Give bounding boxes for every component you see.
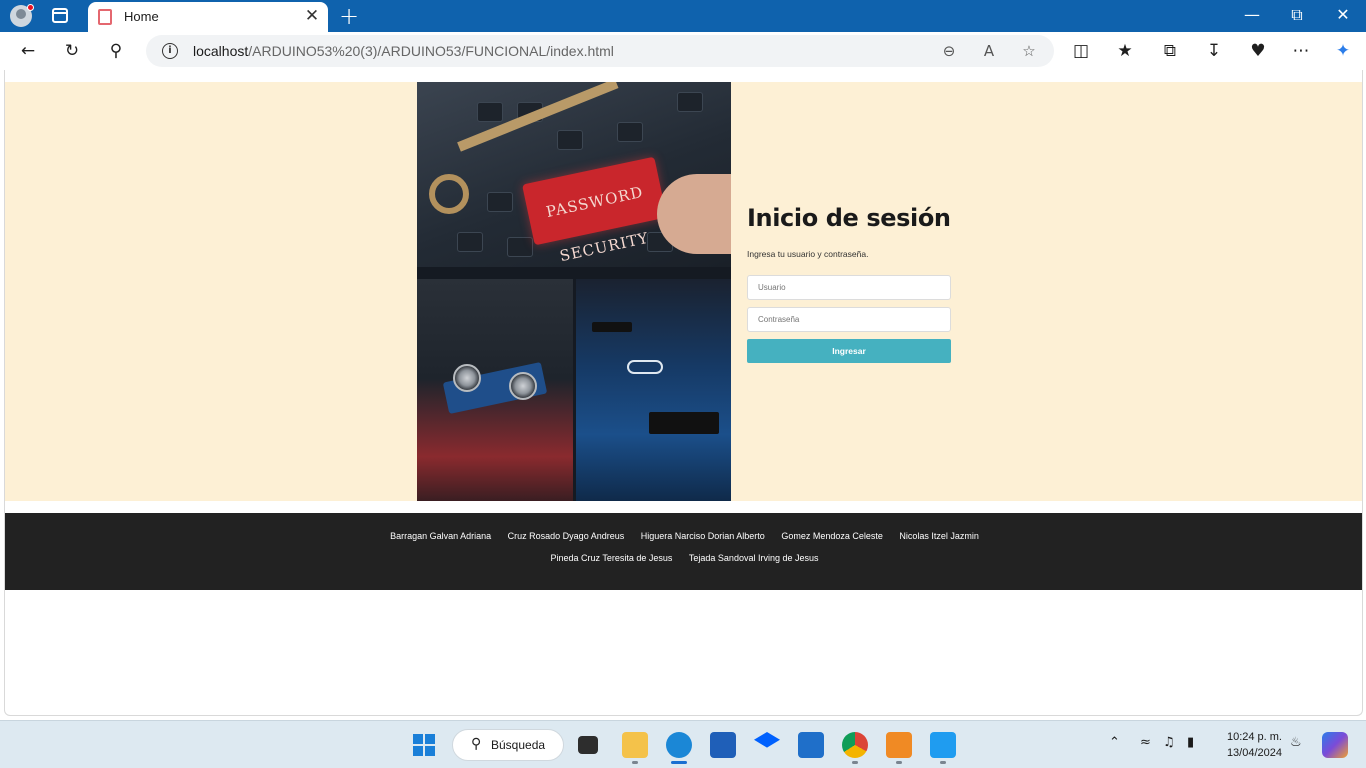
downloads-icon[interactable]: ↧ [1203, 40, 1225, 62]
windows-taskbar: ⚲ Búsqueda ⌃ ≈ ♫ ▮ 10:24 p. m. 13/04/202… [0, 720, 1366, 768]
page-viewport: PASSWORD SECURITY Inicio de sesión Ingres… [4, 70, 1363, 716]
app-active-indicator [671, 761, 687, 764]
edge-icon[interactable] [666, 732, 692, 758]
tab-home[interactable]: Home ✕ [88, 2, 328, 32]
volume-icon[interactable]: ♫ [1163, 735, 1175, 750]
author-name: Cruz Rosado Dyago Andreus [507, 531, 625, 541]
keyboard-key [477, 102, 503, 122]
app-running-indicator [852, 761, 858, 764]
url-text[interactable]: localhost/ARDUINO53%20(3)/ARDUINO53/FUNC… [193, 43, 614, 59]
clock-date: 13/04/2024 [1226, 747, 1282, 759]
app-running-indicator [632, 761, 638, 764]
back-icon[interactable]: ← [17, 40, 39, 62]
sensor-transducer [453, 364, 481, 392]
tab-actions-icon[interactable] [52, 8, 68, 23]
browser-toolbar: ← ↻ ⚲ i localhost/ARDUINO53%20(3)/ARDUIN… [0, 32, 1366, 70]
mail-icon[interactable] [798, 732, 824, 758]
page-favicon-icon [98, 9, 112, 25]
task-view-icon[interactable] [578, 736, 598, 754]
tab-title: Home [124, 9, 159, 24]
minimize-icon[interactable]: — [1240, 5, 1264, 24]
split-screen-icon[interactable]: ◫ [1070, 40, 1092, 62]
keyboard-key [557, 130, 583, 150]
keyboard-key [617, 122, 643, 142]
app-running-indicator [940, 761, 946, 764]
profile-notification-dot [27, 4, 34, 11]
arduino-logo-icon [627, 360, 663, 374]
login-subtitle: Ingresa tu usuario y contraseña. [747, 249, 869, 259]
battery-icon[interactable]: ▮ [1187, 735, 1194, 750]
password-input[interactable] [747, 307, 951, 332]
taskbar-clock[interactable]: 10:24 p. m. 13/04/2024 [1216, 729, 1282, 761]
url-path: /ARDUINO53%20(3)/ARDUINO53/FUNCIONAL/ind… [248, 43, 614, 59]
refresh-icon[interactable]: ↻ [61, 40, 83, 62]
key-head [429, 174, 469, 214]
login-section: PASSWORD SECURITY Inicio de sesión Ingres… [5, 82, 1362, 501]
arduino-board-photo [576, 279, 731, 501]
tab-close-icon[interactable]: ✕ [302, 6, 322, 26]
show-hidden-icons-icon[interactable]: ⌃ [1109, 735, 1120, 750]
author-name: Gomez Mendoza Celeste [781, 531, 883, 541]
search-icon[interactable]: ⚲ [105, 40, 127, 62]
security-arduino-photo: PASSWORD SECURITY [417, 82, 731, 501]
author-name: Tejada Sandoval Irving de Jesus [688, 553, 819, 563]
more-menu-icon[interactable]: ⋯ [1290, 40, 1312, 62]
restore-icon[interactable]: ⧉ [1285, 5, 1309, 25]
xampp-icon[interactable] [886, 732, 912, 758]
login-submit-button[interactable]: Ingresar [747, 339, 951, 363]
keyboard-key [487, 192, 513, 212]
username-input[interactable] [747, 275, 951, 300]
search-icon: ⚲ [471, 736, 482, 752]
app-running-indicator [896, 761, 902, 764]
sensor-transducer [509, 372, 537, 400]
favorites-icon[interactable]: ★ [1114, 40, 1136, 62]
footer-row-2: Pineda Cruz Teresita de Jesus Tejada San… [5, 553, 1362, 563]
login-form: Inicio de sesión Ingresa tu usuario y co… [747, 204, 957, 363]
file-explorer-icon[interactable] [622, 732, 648, 758]
chrome-icon[interactable] [842, 732, 868, 758]
author-name: Nicolas Itzel Jazmin [899, 531, 979, 541]
favorite-star-icon[interactable]: ☆ [1018, 40, 1040, 62]
author-name: Pineda Cruz Teresita de Jesus [550, 553, 673, 563]
keyboard-key [507, 237, 533, 257]
copilot-icon[interactable]: ✦ [1332, 40, 1354, 62]
login-title: Inicio de sesión [747, 204, 951, 232]
read-aloud-icon[interactable]: A [978, 40, 1000, 62]
address-bar[interactable]: i localhost/ARDUINO53%20(3)/ARDUINO53/FU… [146, 35, 1054, 67]
browser-essentials-icon[interactable]: ♥ [1247, 40, 1269, 62]
keyboard-key [677, 92, 703, 112]
author-name: Higuera Narciso Dorian Alberto [640, 531, 765, 541]
collections-icon[interactable]: ⧉ [1159, 40, 1181, 62]
word-icon[interactable] [710, 732, 736, 758]
site-info-icon[interactable]: i [162, 43, 178, 59]
photo-divider [417, 267, 731, 279]
close-window-icon[interactable]: ✕ [1331, 5, 1355, 24]
dropbox-icon[interactable] [754, 732, 780, 748]
header-pins [592, 322, 632, 332]
new-tab-button[interactable]: + [338, 2, 360, 30]
copilot-taskbar-icon[interactable] [1322, 732, 1348, 758]
keyboard-key [457, 232, 483, 252]
footer-row-1: Barragan Galvan Adriana Cruz Rosado Dyag… [5, 531, 1362, 541]
zoom-out-icon[interactable]: ⊖ [938, 40, 960, 62]
footer-credits: Barragan Galvan Adriana Cruz Rosado Dyag… [5, 513, 1362, 590]
author-name: Barragan Galvan Adriana [390, 531, 492, 541]
taskbar-search-label: Búsqueda [491, 738, 546, 752]
url-host: localhost [193, 43, 249, 59]
finger [657, 174, 731, 254]
wifi-icon[interactable]: ≈ [1140, 735, 1151, 750]
microcontroller-chip [649, 412, 719, 434]
notifications-bell-icon[interactable]: ♨ [1290, 735, 1302, 750]
start-button-icon[interactable] [412, 732, 438, 758]
clock-time: 10:24 p. m. [1226, 731, 1282, 743]
browser-titlebar: Home ✕ + — ⧉ ✕ [0, 0, 1366, 32]
taskbar-search[interactable]: ⚲ Búsqueda [452, 729, 564, 761]
vscode-icon[interactable] [930, 732, 956, 758]
